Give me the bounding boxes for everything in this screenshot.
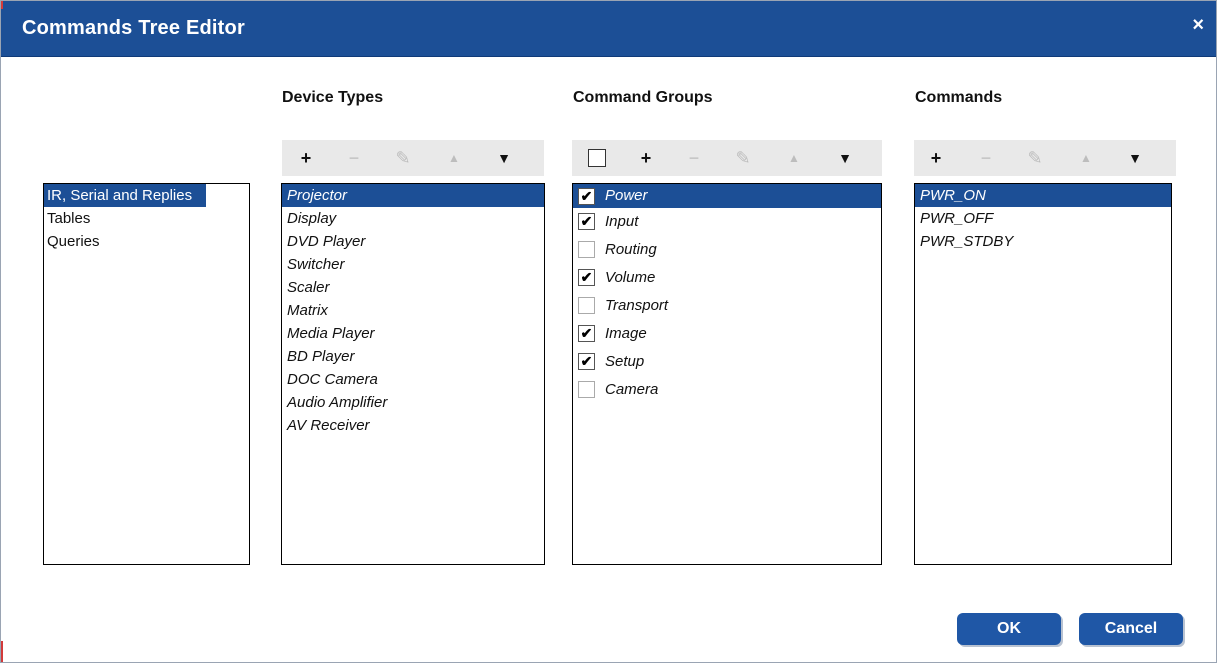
command-item[interactable]: PWR_ON [915, 184, 1171, 207]
command-groups-toolbar: + − ✎ ▲ ▼ [572, 140, 882, 176]
edit-icon[interactable]: ✎ [393, 148, 413, 168]
command-group-item[interactable]: ✔ Power [573, 184, 881, 208]
dialog-title: Commands Tree Editor [22, 17, 245, 39]
commands-tree-editor-dialog: Commands Tree Editor × IR, Serial and Re… [0, 0, 1217, 663]
group-checkbox[interactable]: ✔ [578, 269, 595, 286]
device-type-item[interactable]: Media Player [282, 322, 544, 345]
command-group-item[interactable]: Camera [573, 376, 881, 404]
ok-button[interactable]: OK [957, 613, 1061, 645]
close-icon[interactable]: × [1192, 15, 1204, 35]
command-group-label: Setup [605, 353, 645, 370]
device-type-item[interactable]: Matrix [282, 299, 544, 322]
command-groups-header: Command Groups [573, 89, 713, 106]
device-type-item[interactable]: Switcher [282, 253, 544, 276]
add-icon[interactable]: + [636, 148, 656, 168]
list-item[interactable]: Tables [44, 207, 249, 230]
edit-icon[interactable]: ✎ [1025, 148, 1045, 168]
device-type-item[interactable]: Scaler [282, 276, 544, 299]
add-icon[interactable]: + [926, 148, 946, 168]
device-types-toolbar: + − ✎ ▲ ▼ [282, 140, 544, 176]
select-all-checkbox[interactable] [588, 149, 606, 167]
group-checkbox[interactable] [578, 297, 595, 314]
list-item[interactable]: IR, Serial and Replies [44, 184, 249, 207]
device-type-item[interactable]: DOC Camera [282, 368, 544, 391]
group-checkbox[interactable]: ✔ [578, 353, 595, 370]
group-checkbox[interactable]: ✔ [578, 188, 595, 205]
device-type-item[interactable]: DVD Player [282, 230, 544, 253]
command-group-label: Camera [605, 381, 659, 398]
command-group-label: Power [605, 187, 648, 204]
command-groups-list[interactable]: ✔ Power ✔ Input Routing ✔ Volume Transport ✔ Imag… [572, 183, 882, 565]
category-item[interactable]: Tables [44, 207, 249, 230]
window-edge-accent [1, 1, 3, 9]
device-types-header: Device Types [282, 89, 384, 106]
command-group-item[interactable]: Transport [573, 292, 881, 320]
device-types-list[interactable]: Projector Display DVD Player Switcher Scaler… [281, 183, 545, 565]
device-type-item[interactable]: Audio Amplifier [282, 391, 544, 414]
command-item[interactable]: PWR_OFF [915, 207, 1171, 230]
remove-icon[interactable]: − [976, 148, 996, 168]
move-up-icon[interactable]: ▲ [784, 148, 804, 168]
commands-header: Commands [915, 89, 1003, 106]
device-type-item[interactable]: Projector [282, 184, 544, 207]
command-group-item[interactable]: ✔ Setup [573, 348, 881, 376]
device-type-item[interactable]: AV Receiver [282, 414, 544, 437]
command-group-label: Volume [605, 269, 656, 286]
category-item[interactable]: Queries [44, 230, 249, 253]
window-edge-accent [1, 641, 3, 662]
command-item[interactable]: PWR_STDBY [915, 230, 1171, 253]
title-bar: Commands Tree Editor × [1, 1, 1216, 57]
group-checkbox[interactable] [578, 241, 595, 258]
command-group-item[interactable]: ✔ Image [573, 320, 881, 348]
list-item[interactable]: Queries [44, 230, 249, 253]
add-icon[interactable]: + [296, 148, 316, 168]
device-type-item[interactable]: Display [282, 207, 544, 230]
command-group-label: Input [605, 213, 639, 230]
category-item[interactable]: IR, Serial and Replies [44, 184, 207, 207]
command-group-item[interactable]: ✔ Input [573, 208, 881, 236]
remove-icon[interactable]: − [344, 148, 364, 168]
group-checkbox[interactable]: ✔ [578, 213, 595, 230]
move-up-icon[interactable]: ▲ [1076, 148, 1096, 168]
move-up-icon[interactable]: ▲ [444, 148, 464, 168]
command-group-label: Routing [605, 241, 657, 258]
command-group-label: Transport [605, 297, 669, 314]
group-checkbox[interactable] [578, 381, 595, 398]
cancel-button[interactable]: Cancel [1079, 613, 1183, 645]
group-checkbox[interactable]: ✔ [578, 325, 595, 342]
remove-icon[interactable]: − [684, 148, 704, 168]
move-down-icon[interactable]: ▼ [835, 148, 855, 168]
command-group-label: Image [605, 325, 647, 342]
commands-list[interactable]: PWR_ON PWR_OFF PWR_STDBY [914, 183, 1172, 565]
device-type-item[interactable]: BD Player [282, 345, 544, 368]
commands-toolbar: + − ✎ ▲ ▼ [914, 140, 1176, 176]
command-group-item[interactable]: ✔ Volume [573, 264, 881, 292]
category-list[interactable]: IR, Serial and Replies Tables Queries [43, 183, 250, 565]
move-down-icon[interactable]: ▼ [1125, 148, 1145, 168]
command-group-item[interactable]: Routing [573, 236, 881, 264]
move-down-icon[interactable]: ▼ [494, 148, 514, 168]
edit-icon[interactable]: ✎ [733, 148, 753, 168]
